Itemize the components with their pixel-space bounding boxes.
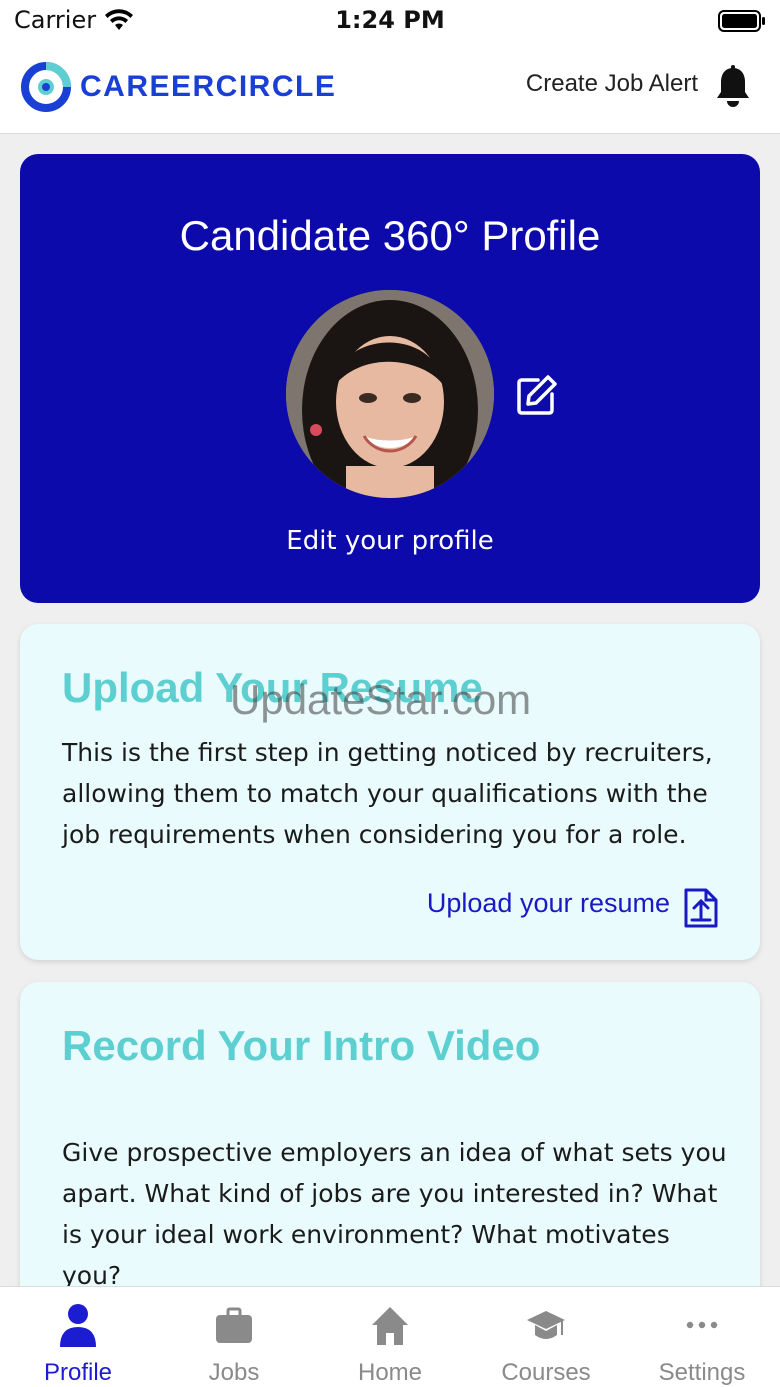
logo-text[interactable]: CAREERCIRCLE [80,70,336,104]
tab-jobs-label: Jobs [208,1359,260,1386]
upload-resume-description: This is the first step in getting notice… [62,738,713,849]
bell-icon[interactable] [714,64,752,110]
status-bar: Carrier 1:24 PM [0,0,780,44]
app-header: CAREERCIRCLE Create Job Alert [0,44,780,134]
home-icon [372,1307,408,1345]
file-upload-icon[interactable] [682,886,720,930]
tab-home-label: Home [357,1359,423,1386]
briefcase-icon [216,1307,252,1343]
tab-settings-label: Settings [658,1359,746,1386]
profile-card: Candidate 360° Profile Edit your profile [20,154,760,603]
tab-courses[interactable]: Courses [468,1287,624,1387]
battery-icon [718,10,765,32]
create-job-alert-link[interactable]: Create Job Alert [526,70,698,98]
watermark: UpdateStar.com [230,676,532,723]
upload-resume-card: Upload Your Resume This is the first ste… [20,624,760,960]
tab-profile-label: Profile [43,1359,113,1386]
edit-profile-link[interactable]: Edit your profile [20,526,760,556]
status-time: 1:24 PM [335,6,445,34]
tab-jobs[interactable]: Jobs [156,1287,312,1387]
more-icon [686,1321,718,1329]
tab-settings[interactable]: Settings [624,1287,780,1387]
person-icon [60,1304,96,1347]
edit-icon[interactable] [516,374,558,416]
careercircle-logo-icon[interactable] [20,61,72,113]
avatar[interactable] [286,290,494,498]
upload-resume-link[interactable]: Upload your resume [427,888,670,919]
avatar-photo [286,290,494,498]
intro-video-description: Give prospective employers an idea of wh… [62,1138,727,1290]
profile-card-title: Candidate 360° Profile [179,212,601,259]
tab-profile[interactable]: Profile [0,1287,156,1387]
tab-courses-label: Courses [501,1359,591,1386]
intro-video-heading: Record Your Intro Video [62,1022,541,1069]
bottom-tab-bar: Profile Jobs Home Courses Settings [0,1286,780,1387]
tab-home[interactable]: Home [312,1287,468,1387]
graduation-cap-icon [527,1311,565,1339]
